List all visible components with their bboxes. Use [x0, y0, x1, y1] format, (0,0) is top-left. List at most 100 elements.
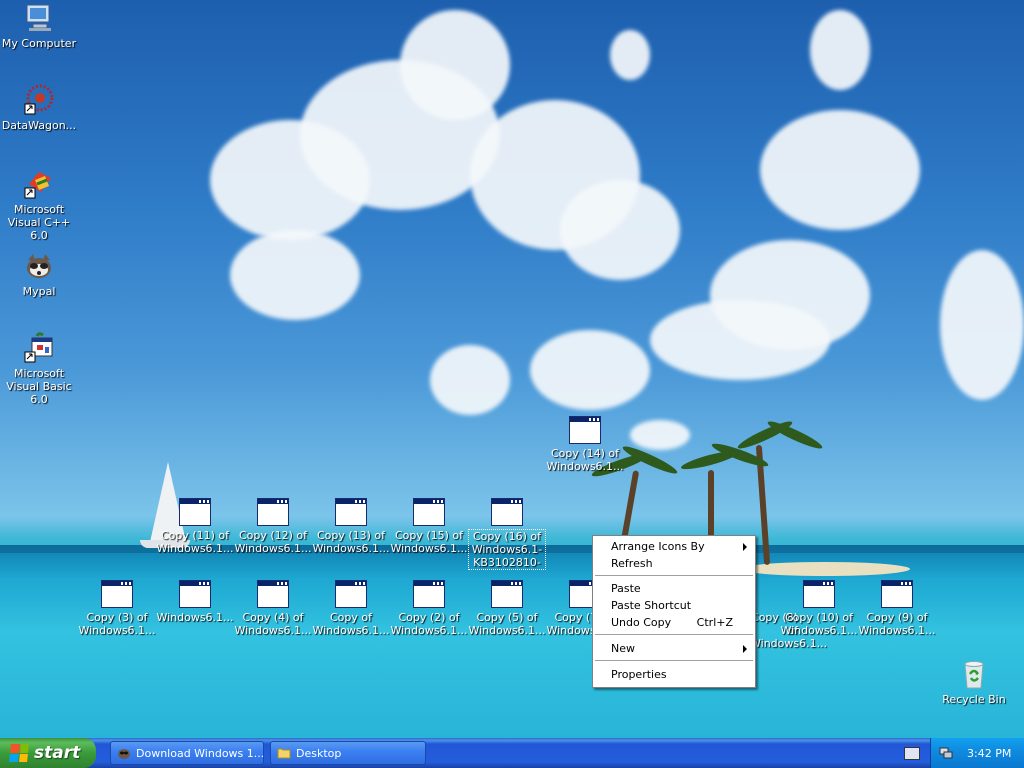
file-icon-label: Copy (5) of Windows6.1... [468, 611, 546, 637]
menu-item-label: New [611, 642, 635, 655]
wallpaper-cloud [940, 250, 1024, 400]
file-icon-msu[interactable]: Copy of Windows6.1... [312, 578, 390, 637]
file-icon-msu[interactable]: Copy (14) of Windows6.1... [546, 414, 624, 473]
wallpaper-cloud [400, 10, 510, 120]
msu-file-icon [257, 580, 289, 608]
desktop-icon-label: Mypal [22, 285, 56, 298]
msu-file-icon [179, 498, 211, 526]
msu-file-icon [413, 580, 445, 608]
desktop-icon-recycle-bin[interactable]: Recycle Bin [935, 658, 1013, 706]
file-icon-label: Copy (13) of Windows6.1... [312, 529, 390, 555]
file-icon-label: Copy (12) of Windows6.1... [234, 529, 312, 555]
msu-file-icon [881, 580, 913, 608]
file-icon-label: Copy (11) of Windows6.1... [156, 529, 234, 555]
submenu-arrow-icon [743, 542, 747, 551]
menu-item-label: Properties [611, 668, 667, 681]
menu-item-new[interactable]: New [595, 640, 753, 657]
taskbar-button-label: Download Windows 1... [136, 746, 264, 760]
clock[interactable]: 3:42 PM [967, 747, 1011, 760]
wallpaper-cloud [760, 110, 920, 230]
menu-item-arrange-icons-by[interactable]: Arrange Icons By [595, 538, 753, 555]
msu-file-icon [491, 498, 523, 526]
desktop-icon-label: Microsoft Visual Basic 6.0 [6, 367, 72, 406]
wallpaper-cloud [610, 30, 650, 80]
file-icon-label: Copy (14) of Windows6.1... [546, 447, 624, 473]
file-icon-label: Windows6.1... [156, 611, 234, 624]
desktop-icon-label: Microsoft Visual C++ 6.0 [7, 203, 71, 242]
system-tray: 3:42 PM [930, 738, 1024, 768]
menu-item-label: Arrange Icons By [611, 540, 705, 553]
desktop[interactable]: My Computer DataWagon... Microsoft Visua… [0, 0, 1024, 738]
desktop-icon-datawagon[interactable]: DataWagon... [0, 84, 78, 132]
file-icon-msu[interactable]: Copy (10) of Windows6.1... [780, 578, 858, 637]
file-icon-msu[interactable]: Copy (4) of Windows6.1... [234, 578, 312, 637]
taskbar-button-download[interactable]: Download Windows 1... [110, 741, 264, 765]
msu-file-icon [335, 580, 367, 608]
desktop-icon-label: Recycle Bin [942, 693, 1006, 706]
recycle-bin-icon [958, 658, 990, 690]
menu-item-shortcut: Ctrl+Z [696, 616, 733, 629]
msu-file-icon [179, 580, 211, 608]
desktop-icon-label: DataWagon... [1, 119, 77, 132]
msu-file-icon [335, 498, 367, 526]
file-icon-msu[interactable]: Copy (3) of Windows6.1... [78, 578, 156, 637]
desktop-icon-ms-vcpp[interactable]: Microsoft Visual C++ 6.0 [0, 168, 78, 242]
network-icon[interactable] [939, 746, 953, 760]
submenu-arrow-icon [743, 644, 747, 653]
wallpaper-cloud [630, 420, 690, 450]
keyboard-icon[interactable] [904, 747, 920, 760]
menu-item-paste-shortcut[interactable]: Paste Shortcut [595, 597, 753, 614]
desktop-icon-my-computer[interactable]: My Computer [0, 2, 78, 50]
file-icon-msu[interactable]: Copy (9) of Windows6.1... [858, 578, 936, 637]
file-icon-msu[interactable]: Copy (12) of Windows6.1... [234, 496, 312, 555]
file-icon-msu[interactable]: Copy (5) of Windows6.1... [468, 578, 546, 637]
menu-item-properties[interactable]: Properties [595, 666, 753, 683]
menu-separator [595, 660, 753, 661]
file-icon-msu[interactable]: Windows6.1... [156, 578, 234, 624]
file-icon-msu[interactable]: Copy (11) of Windows6.1... [156, 496, 234, 555]
visual-basic-shortcut-icon [23, 332, 55, 364]
start-button[interactable]: start [0, 738, 96, 768]
folder-icon [277, 746, 291, 760]
wallpaper-cloud [530, 330, 650, 410]
msu-file-icon [413, 498, 445, 526]
msu-file-icon [569, 416, 601, 444]
menu-item-undo-copy[interactable]: Undo Copy Ctrl+Z [595, 614, 753, 631]
file-icon-label: Copy (15) of Windows6.1... [390, 529, 468, 555]
windows-flag-icon [9, 744, 29, 762]
file-icon-label: Copy (9) of Windows6.1... [858, 611, 936, 637]
taskbar: start Download Windows 1... Desktop 3:42… [0, 738, 1024, 768]
file-icon-label: Copy (2) of Windows6.1... [390, 611, 468, 637]
start-label: start [34, 743, 81, 763]
desktop-icon-ms-vb[interactable]: Microsoft Visual Basic 6.0 [0, 332, 78, 406]
file-icon-msu-selected[interactable]: Copy (16) of Windows6.1-KB3102810-x64.ms… [468, 496, 546, 570]
desktop-icon-mypal[interactable]: Mypal [0, 250, 78, 298]
wallpaper-cloud [650, 300, 830, 380]
menu-item-label: Paste [611, 582, 641, 595]
file-icon-label: Copy of Windows6.1... [312, 611, 390, 637]
file-icon-label: Copy (10) of Windows6.1... [780, 611, 858, 637]
menu-separator [595, 575, 753, 576]
msu-file-icon [803, 580, 835, 608]
menu-item-paste[interactable]: Paste [595, 580, 753, 597]
menu-item-label: Paste Shortcut [611, 599, 692, 612]
menu-item-refresh[interactable]: Refresh [595, 555, 753, 572]
msu-file-icon [491, 580, 523, 608]
msu-file-icon [257, 498, 289, 526]
browser-icon [117, 746, 131, 760]
menu-item-label: Undo Copy [611, 616, 672, 629]
datawagon-shortcut-icon [23, 84, 55, 116]
file-icon-label: Copy (16) of Windows6.1-KB3102810-x64.ms… [468, 529, 546, 570]
file-icon-msu[interactable]: Copy (2) of Windows6.1... [390, 578, 468, 637]
file-icon-label: Copy (3) of Windows6.1... [78, 611, 156, 637]
file-icon-msu[interactable]: Copy (13) of Windows6.1... [312, 496, 390, 555]
my-computer-icon [23, 2, 55, 34]
menu-item-label: Refresh [611, 557, 653, 570]
wallpaper-cloud [430, 345, 510, 415]
desktop-icon-label: My Computer [1, 37, 77, 50]
wallpaper-cloud [230, 230, 360, 320]
taskbar-button-label: Desktop [296, 746, 342, 760]
taskbar-button-desktop[interactable]: Desktop [270, 741, 426, 765]
visual-cpp-shortcut-icon [23, 168, 55, 200]
file-icon-msu[interactable]: Copy (15) of Windows6.1... [390, 496, 468, 555]
